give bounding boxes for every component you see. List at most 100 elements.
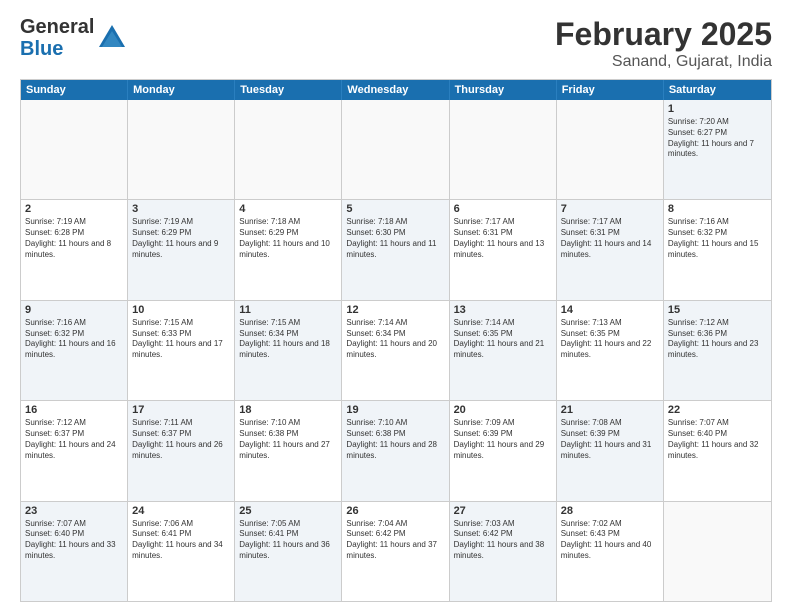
- calendar: SundayMondayTuesdayWednesdayThursdayFrid…: [20, 79, 772, 602]
- cell-text: Sunrise: 7:04 AM Sunset: 6:42 PM Dayligh…: [346, 519, 444, 562]
- day-number: 23: [25, 505, 123, 517]
- day-number: 24: [132, 505, 230, 517]
- day-number: 9: [25, 304, 123, 316]
- calendar-cell: [664, 502, 771, 601]
- calendar-cell: 2 Sunrise: 7:19 AM Sunset: 6:28 PM Daylig…: [21, 200, 128, 299]
- day-number: 19: [346, 404, 444, 416]
- calendar-header-cell: Saturday: [664, 80, 771, 100]
- cell-text: Sunrise: 7:13 AM Sunset: 6:35 PM Dayligh…: [561, 318, 659, 361]
- logo-icon: [97, 23, 127, 53]
- cell-text: Sunrise: 7:19 AM Sunset: 6:28 PM Dayligh…: [25, 217, 123, 260]
- calendar-header: SundayMondayTuesdayWednesdayThursdayFrid…: [21, 80, 771, 100]
- cell-text: Sunrise: 7:07 AM Sunset: 6:40 PM Dayligh…: [25, 519, 123, 562]
- cell-text: Sunrise: 7:12 AM Sunset: 6:36 PM Dayligh…: [668, 318, 767, 361]
- cell-text: Sunrise: 7:10 AM Sunset: 6:38 PM Dayligh…: [346, 418, 444, 461]
- calendar-cell: 3 Sunrise: 7:19 AM Sunset: 6:29 PM Daylig…: [128, 200, 235, 299]
- calendar-cell: 23 Sunrise: 7:07 AM Sunset: 6:40 PM Dayli…: [21, 502, 128, 601]
- cell-text: Sunrise: 7:05 AM Sunset: 6:41 PM Dayligh…: [239, 519, 337, 562]
- cell-text: Sunrise: 7:11 AM Sunset: 6:37 PM Dayligh…: [132, 418, 230, 461]
- calendar-header-cell: Friday: [557, 80, 664, 100]
- calendar-cell: 1 Sunrise: 7:20 AM Sunset: 6:27 PM Daylig…: [664, 100, 771, 199]
- calendar-cell: 21Sunrise: 7:08 AM Sunset: 6:39 PM Dayli…: [557, 401, 664, 500]
- logo-blue: Blue: [20, 38, 94, 60]
- cell-text: Sunrise: 7:03 AM Sunset: 6:42 PM Dayligh…: [454, 519, 552, 562]
- calendar-week-row: 2 Sunrise: 7:19 AM Sunset: 6:28 PM Daylig…: [21, 199, 771, 299]
- cell-text: Sunrise: 7:18 AM Sunset: 6:29 PM Dayligh…: [239, 217, 337, 260]
- calendar-cell: 22Sunrise: 7:07 AM Sunset: 6:40 PM Dayli…: [664, 401, 771, 500]
- calendar-cell: 4Sunrise: 7:18 AM Sunset: 6:29 PM Daylig…: [235, 200, 342, 299]
- cell-text: Sunrise: 7:16 AM Sunset: 6:32 PM Dayligh…: [25, 318, 123, 361]
- cell-text: Sunrise: 7:20 AM Sunset: 6:27 PM Dayligh…: [668, 117, 767, 160]
- calendar-cell: [557, 100, 664, 199]
- cell-text: Sunrise: 7:15 AM Sunset: 6:33 PM Dayligh…: [132, 318, 230, 361]
- day-number: 8: [668, 203, 767, 215]
- day-number: 3: [132, 203, 230, 215]
- cell-text: Sunrise: 7:17 AM Sunset: 6:31 PM Dayligh…: [561, 217, 659, 260]
- cell-text: Sunrise: 7:16 AM Sunset: 6:32 PM Dayligh…: [668, 217, 767, 260]
- calendar-cell: 26 Sunrise: 7:04 AM Sunset: 6:42 PM Dayli…: [342, 502, 449, 601]
- calendar-cell: [450, 100, 557, 199]
- day-number: 1: [668, 103, 767, 115]
- cell-text: Sunrise: 7:09 AM Sunset: 6:39 PM Dayligh…: [454, 418, 552, 461]
- calendar-cell: 9 Sunrise: 7:16 AM Sunset: 6:32 PM Daylig…: [21, 301, 128, 400]
- logo-general: General: [20, 16, 94, 38]
- calendar-cell: 6Sunrise: 7:17 AM Sunset: 6:31 PM Daylig…: [450, 200, 557, 299]
- calendar-cell: 19 Sunrise: 7:10 AM Sunset: 6:38 PM Dayli…: [342, 401, 449, 500]
- calendar-cell: 8 Sunrise: 7:16 AM Sunset: 6:32 PM Daylig…: [664, 200, 771, 299]
- day-number: 14: [561, 304, 659, 316]
- cell-text: Sunrise: 7:19 AM Sunset: 6:29 PM Dayligh…: [132, 217, 230, 260]
- cell-text: Sunrise: 7:18 AM Sunset: 6:30 PM Dayligh…: [346, 217, 444, 260]
- title-block: February 2025 Sanand, Gujarat, India: [555, 16, 772, 71]
- logo: General Blue: [20, 16, 127, 60]
- cell-text: Sunrise: 7:14 AM Sunset: 6:35 PM Dayligh…: [454, 318, 552, 361]
- day-number: 17: [132, 404, 230, 416]
- header: General Blue February 2025 Sanand, Gujar…: [20, 16, 772, 71]
- day-number: 12: [346, 304, 444, 316]
- calendar-header-cell: Wednesday: [342, 80, 449, 100]
- cell-text: Sunrise: 7:08 AM Sunset: 6:39 PM Dayligh…: [561, 418, 659, 461]
- cell-text: Sunrise: 7:10 AM Sunset: 6:38 PM Dayligh…: [239, 418, 337, 461]
- day-number: 25: [239, 505, 337, 517]
- day-number: 5: [346, 203, 444, 215]
- calendar-cell: 25 Sunrise: 7:05 AM Sunset: 6:41 PM Dayli…: [235, 502, 342, 601]
- day-number: 20: [454, 404, 552, 416]
- day-number: 10: [132, 304, 230, 316]
- day-number: 27: [454, 505, 552, 517]
- calendar-cell: 10 Sunrise: 7:15 AM Sunset: 6:33 PM Dayli…: [128, 301, 235, 400]
- calendar-week-row: 23 Sunrise: 7:07 AM Sunset: 6:40 PM Dayli…: [21, 501, 771, 601]
- calendar-header-cell: Thursday: [450, 80, 557, 100]
- calendar-cell: 5 Sunrise: 7:18 AM Sunset: 6:30 PM Daylig…: [342, 200, 449, 299]
- calendar-cell: [128, 100, 235, 199]
- day-number: 26: [346, 505, 444, 517]
- cell-text: Sunrise: 7:15 AM Sunset: 6:34 PM Dayligh…: [239, 318, 337, 361]
- cell-text: Sunrise: 7:02 AM Sunset: 6:43 PM Dayligh…: [561, 519, 659, 562]
- day-number: 15: [668, 304, 767, 316]
- calendar-cell: 16Sunrise: 7:12 AM Sunset: 6:37 PM Dayli…: [21, 401, 128, 500]
- calendar-cell: 17 Sunrise: 7:11 AM Sunset: 6:37 PM Dayli…: [128, 401, 235, 500]
- cell-text: Sunrise: 7:07 AM Sunset: 6:40 PM Dayligh…: [668, 418, 767, 461]
- calendar-cell: 15 Sunrise: 7:12 AM Sunset: 6:36 PM Dayli…: [664, 301, 771, 400]
- calendar-cell: 20 Sunrise: 7:09 AM Sunset: 6:39 PM Dayli…: [450, 401, 557, 500]
- calendar-header-cell: Tuesday: [235, 80, 342, 100]
- calendar-cell: 18 Sunrise: 7:10 AM Sunset: 6:38 PM Dayli…: [235, 401, 342, 500]
- calendar-header-cell: Monday: [128, 80, 235, 100]
- day-number: 7: [561, 203, 659, 215]
- calendar-body: 1 Sunrise: 7:20 AM Sunset: 6:27 PM Daylig…: [21, 100, 771, 601]
- calendar-cell: 12Sunrise: 7:14 AM Sunset: 6:34 PM Dayli…: [342, 301, 449, 400]
- calendar-week-row: 1 Sunrise: 7:20 AM Sunset: 6:27 PM Daylig…: [21, 100, 771, 199]
- calendar-week-row: 16Sunrise: 7:12 AM Sunset: 6:37 PM Dayli…: [21, 400, 771, 500]
- logo-text: General Blue: [20, 16, 94, 60]
- calendar-cell: 11Sunrise: 7:15 AM Sunset: 6:34 PM Dayli…: [235, 301, 342, 400]
- day-number: 13: [454, 304, 552, 316]
- page: General Blue February 2025 Sanand, Gujar…: [0, 0, 792, 612]
- day-number: 2: [25, 203, 123, 215]
- calendar-cell: [235, 100, 342, 199]
- day-number: 28: [561, 505, 659, 517]
- calendar-cell: 14 Sunrise: 7:13 AM Sunset: 6:35 PM Dayli…: [557, 301, 664, 400]
- calendar-cell: 7 Sunrise: 7:17 AM Sunset: 6:31 PM Daylig…: [557, 200, 664, 299]
- calendar-header-cell: Sunday: [21, 80, 128, 100]
- calendar-cell: 24Sunrise: 7:06 AM Sunset: 6:41 PM Dayli…: [128, 502, 235, 601]
- calendar-week-row: 9 Sunrise: 7:16 AM Sunset: 6:32 PM Daylig…: [21, 300, 771, 400]
- day-number: 18: [239, 404, 337, 416]
- day-number: 16: [25, 404, 123, 416]
